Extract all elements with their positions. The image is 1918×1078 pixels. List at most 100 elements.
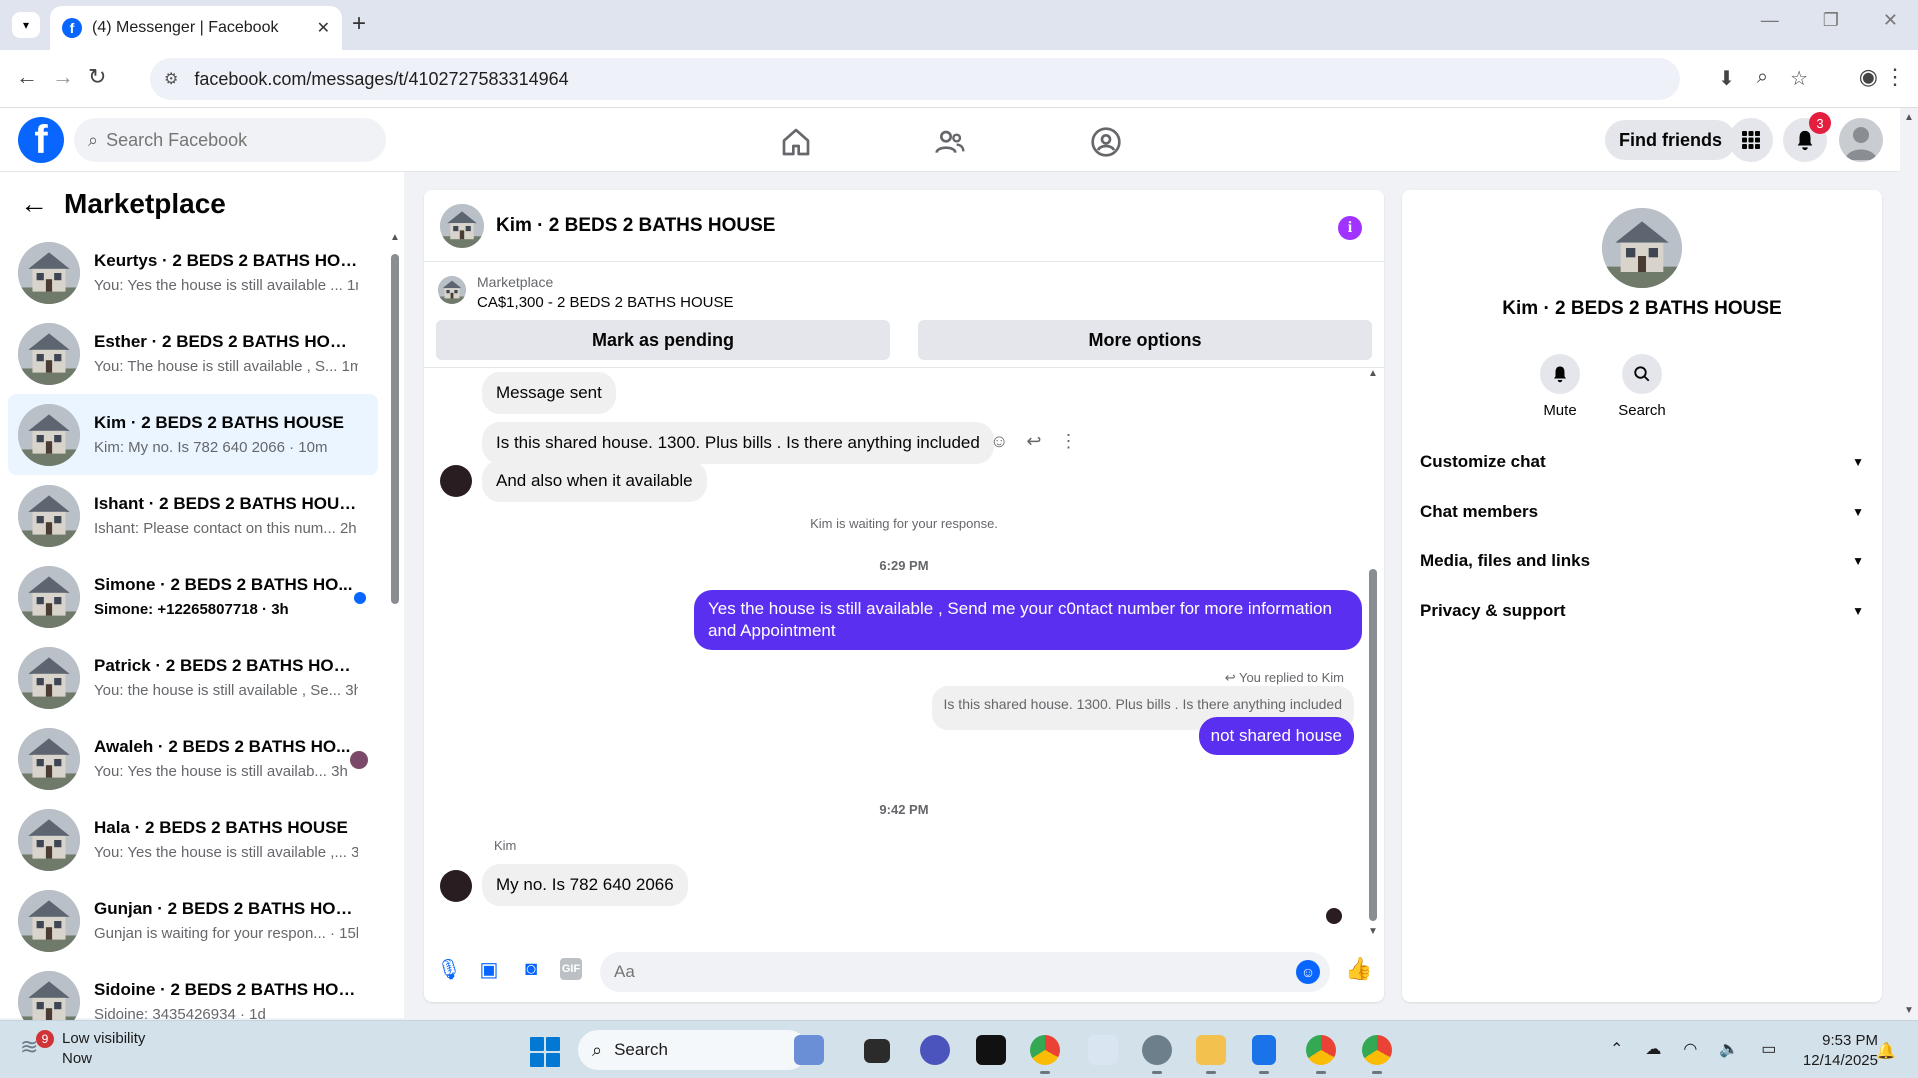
- photo-icon[interactable]: ▣: [478, 958, 500, 981]
- notification-center-icon[interactable]: 🔔: [1876, 1041, 1896, 1061]
- browser-menu-icon[interactable]: ⋮: [1884, 64, 1906, 90]
- facebook-search-input[interactable]: [106, 129, 347, 151]
- kim-avatar[interactable]: [440, 870, 472, 902]
- chrome-profile-icon[interactable]: [1362, 1035, 1392, 1065]
- taskbar-app-icon[interactable]: [794, 1035, 824, 1065]
- conversation-item[interactable]: Esther · 2 BEDS 2 BATHS HOUSE You: The ho…: [8, 313, 378, 394]
- grid-menu-icon: [1742, 131, 1760, 149]
- conversation-photo[interactable]: [1602, 208, 1682, 288]
- seen-indicator-avatar: [1326, 908, 1342, 924]
- back-arrow-icon[interactable]: ←: [20, 188, 48, 220]
- zoom-icon[interactable]: ⌕: [1757, 66, 1768, 91]
- emoji-icon[interactable]: ☺: [1296, 960, 1320, 984]
- battery-icon[interactable]: ▭: [1761, 1039, 1776, 1059]
- scroll-up-icon[interactable]: ▲: [1904, 112, 1914, 123]
- conversation-item[interactable]: Kim · 2 BEDS 2 BATHS HOUSE Kim: My no. Is…: [8, 394, 378, 475]
- system-clock[interactable]: 9:53 PM 12/14/2025: [1778, 1031, 1878, 1071]
- message-input-box[interactable]: ☺: [600, 952, 1330, 992]
- address-bar[interactable]: ⚙ facebook.com/messages/t/41027275833149…: [150, 58, 1680, 100]
- reload-icon[interactable]: ↻: [88, 64, 106, 90]
- weather-widget[interactable]: ≋ 9 Low visibility Now: [20, 1029, 145, 1069]
- more-actions-icon[interactable]: ⋮: [1059, 431, 1077, 452]
- privacy-support-section[interactable]: Privacy & support ▼: [1420, 591, 1864, 631]
- gif-icon[interactable]: GIF: [560, 958, 582, 980]
- chat-members-section[interactable]: Chat members ▼: [1420, 492, 1864, 532]
- mute-button[interactable]: Mute: [1530, 354, 1590, 419]
- close-window-icon[interactable]: ✕: [1883, 10, 1898, 31]
- friends-icon[interactable]: [934, 126, 966, 158]
- bookmark-star-icon[interactable]: ☆: [1790, 66, 1808, 91]
- chat-scrollbar[interactable]: ▲ ▼: [1368, 368, 1378, 937]
- account-avatar[interactable]: [1839, 118, 1883, 162]
- media-files-links-section[interactable]: Media, files and links ▼: [1420, 541, 1864, 581]
- menu-grid-button[interactable]: [1729, 118, 1773, 162]
- chevron-up-icon[interactable]: ⌃: [1610, 1039, 1623, 1059]
- browser-profile-icon[interactable]: ◉: [1859, 64, 1878, 90]
- react-emoji-icon[interactable]: ☺: [990, 431, 1008, 452]
- capcut-icon[interactable]: [976, 1035, 1006, 1065]
- scroll-down-icon[interactable]: ▼: [1904, 1005, 1914, 1016]
- more-options-button[interactable]: More options: [918, 320, 1372, 360]
- chat-title[interactable]: Kim · 2 BEDS 2 BATHS HOUSE: [496, 215, 775, 237]
- back-arrow-icon[interactable]: ←: [16, 64, 38, 90]
- thumbs-up-icon[interactable]: 👍: [1345, 956, 1372, 981]
- url-text: facebook.com/messages/t/4102727583314964: [194, 68, 569, 89]
- find-friends-button[interactable]: Find friends: [1605, 120, 1736, 160]
- chrome-icon[interactable]: [1030, 1035, 1060, 1065]
- task-view-icon[interactable]: [864, 1039, 890, 1063]
- taskbar-search[interactable]: ⌕ Search: [578, 1030, 808, 1070]
- chat-scroll-thumb[interactable]: [1369, 569, 1377, 921]
- message-input[interactable]: [614, 962, 1264, 982]
- file-explorer-icon[interactable]: [1196, 1035, 1226, 1065]
- tab-search-dropdown[interactable]: ▾: [12, 12, 40, 38]
- notepad-icon[interactable]: [1252, 1035, 1276, 1065]
- facebook-logo-icon[interactable]: f: [18, 117, 64, 163]
- chrome-profile-icon[interactable]: [1306, 1035, 1336, 1065]
- forward-arrow-icon[interactable]: →: [52, 64, 74, 90]
- volume-icon[interactable]: 🔈: [1719, 1039, 1739, 1059]
- facebook-search[interactable]: ⌕: [74, 118, 386, 162]
- sidebar-scroll-thumb[interactable]: [391, 254, 399, 604]
- settings-gear-icon[interactable]: [1142, 1035, 1172, 1065]
- wifi-icon[interactable]: ◠: [1683, 1039, 1697, 1059]
- conversation-item[interactable]: Keurtys · 2 BEDS 2 BATHS HOUSE You: Yes t…: [8, 232, 378, 313]
- house-thumbnail[interactable]: [440, 203, 484, 248]
- page-scrollbar[interactable]: ▲ ▼: [1900, 108, 1918, 1020]
- onedrive-off-icon[interactable]: ☁: [1645, 1039, 1661, 1059]
- snipping-tool-icon[interactable]: [1088, 1035, 1118, 1065]
- sticker-icon[interactable]: ◙: [520, 958, 542, 980]
- restore-icon[interactable]: ❐: [1823, 10, 1839, 31]
- scroll-down-icon[interactable]: ▼: [1368, 926, 1378, 937]
- info-conversation-name: Kim · 2 BEDS 2 BATHS HOUSE: [1502, 298, 1782, 319]
- kim-avatar[interactable]: [440, 465, 472, 497]
- customize-chat-section[interactable]: Customize chat ▼: [1420, 442, 1864, 482]
- tab-close-icon[interactable]: ✕: [317, 18, 330, 38]
- mark-as-pending-button[interactable]: Mark as pending: [436, 320, 890, 360]
- scroll-up-icon[interactable]: ▲: [390, 232, 400, 243]
- site-settings-icon[interactable]: ⚙: [164, 69, 178, 89]
- sidebar-scrollbar[interactable]: ▲ ▼: [390, 232, 400, 1038]
- conversation-item[interactable]: Awaleh · 2 BEDS 2 BATHS HO... You: Yes th…: [8, 718, 378, 799]
- conversation-info-icon[interactable]: i: [1338, 216, 1362, 240]
- install-app-icon[interactable]: ⬇: [1718, 66, 1735, 91]
- conversation-item[interactable]: Gunjan · 2 BEDS 2 BATHS HOUSE Gunjan is w…: [8, 880, 378, 961]
- conversation-item[interactable]: Ishant · 2 BEDS 2 BATHS HOUSE Ishant: Ple…: [8, 475, 378, 556]
- groups-icon[interactable]: [1090, 126, 1122, 158]
- chat-app-icon[interactable]: [920, 1035, 950, 1065]
- listing-price-title[interactable]: CA$1,300 - 2 BEDS 2 BATHS HOUSE: [477, 294, 734, 311]
- conversation-item[interactable]: Hala · 2 BEDS 2 BATHS HOUSE You: Yes the …: [8, 799, 378, 880]
- microphone-icon[interactable]: 🎙: [436, 958, 461, 981]
- notifications-button[interactable]: 3: [1783, 112, 1831, 162]
- search-conversation-button[interactable]: Search: [1612, 354, 1672, 419]
- section-label: Chat members: [1420, 502, 1539, 521]
- new-tab-button[interactable]: +: [352, 10, 366, 38]
- reply-icon[interactable]: ↩: [1026, 431, 1041, 452]
- home-icon[interactable]: [780, 126, 812, 158]
- minimize-icon[interactable]: —: [1761, 10, 1779, 31]
- listing-thumbnail[interactable]: [438, 276, 466, 304]
- start-button[interactable]: [530, 1037, 560, 1067]
- conversation-item[interactable]: Patrick · 2 BEDS 2 BATHS HOUSE You: the h…: [8, 637, 378, 718]
- browser-tab-messenger[interactable]: f (4) Messenger | Facebook ✕: [50, 6, 342, 50]
- scroll-up-icon[interactable]: ▲: [1368, 368, 1378, 379]
- conversation-item[interactable]: Simone · 2 BEDS 2 BATHS HO... Simone: +12…: [8, 556, 378, 637]
